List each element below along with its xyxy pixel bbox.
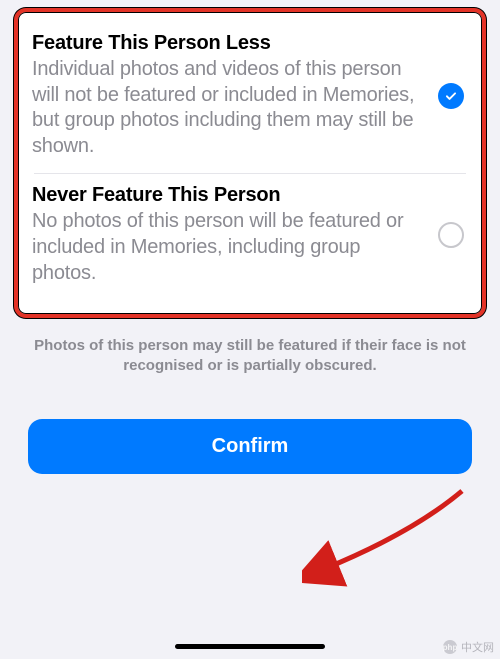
watermark: php 中文网 xyxy=(443,639,494,655)
option-feature-less-radio[interactable] xyxy=(438,83,464,109)
footer-disclaimer: Photos of this person may still be featu… xyxy=(30,336,470,377)
checkmark-icon xyxy=(444,89,458,103)
option-never-feature[interactable]: Never Feature This Person No photos of t… xyxy=(32,174,468,300)
watermark-text: 中文网 xyxy=(461,639,494,655)
option-feature-less[interactable]: Feature This Person Less Individual phot… xyxy=(32,22,468,173)
confirm-button[interactable]: Confirm xyxy=(28,419,472,474)
watermark-logo-icon: php xyxy=(443,640,457,654)
option-never-feature-text: Never Feature This Person No photos of t… xyxy=(32,184,426,286)
annotation-arrow-icon xyxy=(302,483,472,588)
option-feature-less-title: Feature This Person Less xyxy=(32,32,426,55)
option-never-feature-desc: No photos of this person will be feature… xyxy=(32,209,426,286)
option-never-feature-radio[interactable] xyxy=(438,222,464,248)
home-indicator[interactable] xyxy=(175,644,325,649)
option-feature-less-desc: Individual photos and videos of this per… xyxy=(32,57,426,159)
option-feature-less-text: Feature This Person Less Individual phot… xyxy=(32,32,426,159)
feature-options-panel: Feature This Person Less Individual phot… xyxy=(14,8,486,318)
option-never-feature-title: Never Feature This Person xyxy=(32,184,426,207)
